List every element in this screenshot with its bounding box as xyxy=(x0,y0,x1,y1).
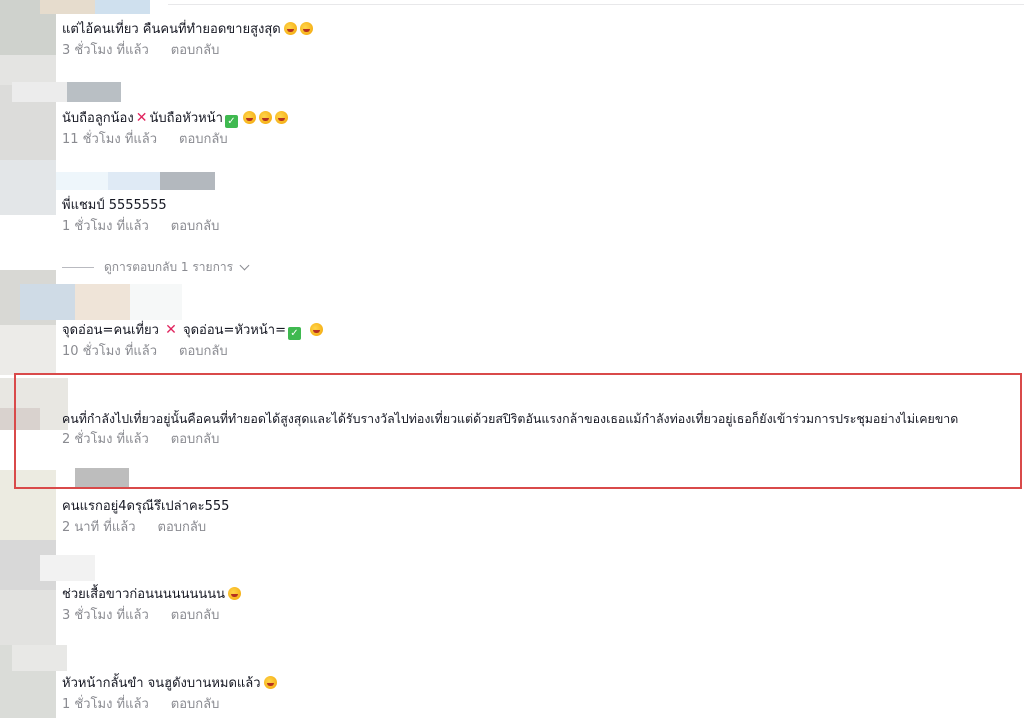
comment-meta: 1 ชั่วโมง ที่แล้ว ตอบกลับ xyxy=(62,218,1022,236)
comment-time: 3 ชั่วโมง ที่แล้ว xyxy=(62,608,149,623)
reply-button[interactable]: ตอบกลับ xyxy=(171,432,220,447)
comment-meta: 11 ชั่วโมง ที่แล้ว ตอบกลับ xyxy=(62,131,1022,149)
comment-time: 10 ชั่วโมง ที่แล้ว xyxy=(62,344,158,359)
comment-text: คนแรกอยู่4ดรุณีรึเปล่าคะ555 xyxy=(62,499,230,514)
top-divider xyxy=(168,4,1024,5)
comment-text: คนที่กำลังไปเที่ยวอยู่นั้นคือคนที่ทำยอดไ… xyxy=(62,411,959,426)
comment-item-highlighted: คนที่กำลังไปเที่ยวอยู่นั้นคือคนที่ทำยอดไ… xyxy=(62,410,1022,449)
comment-meta: 3 ชั่วโมง ที่แล้ว ตอบกลับ xyxy=(62,42,1022,60)
comment-text: ช่วยเสื้อขาวก่อนนนนนนนนน xyxy=(62,586,1022,604)
comment-meta: 2 นาที ที่แล้ว ตอบกลับ xyxy=(62,519,1022,537)
comment-time: 3 ชั่วโมง ที่แล้ว xyxy=(62,43,149,58)
comment-text: จุดอ่อน=คนเที่ยว ✕ จุดอ่อน=หัวหน้า= ✓ xyxy=(62,321,1022,340)
comment-time: 11 ชั่วโมง ที่แล้ว xyxy=(62,132,158,147)
rofl-emoji-icon xyxy=(283,22,297,35)
comment-item: หัวหน้ากลั้นขำ จนฮูดังบานหมดแล้ว 1 ชั่วโ… xyxy=(62,675,1022,714)
comment-time: 2 ชั่วโมง ที่แล้ว xyxy=(62,432,149,447)
comment-item: พี่แชมป์ 5555555 1 ชั่วโมง ที่แล้ว ตอบกลั… xyxy=(62,197,1022,236)
reply-button[interactable]: ตอบกลับ xyxy=(171,43,220,58)
reply-button[interactable]: ตอบกลับ xyxy=(179,132,228,147)
comment-time: 1 ชั่วโมง ที่แล้ว xyxy=(62,697,149,712)
reply-button[interactable]: ตอบกลับ xyxy=(171,608,220,623)
cross-mark-icon: ✕ xyxy=(135,110,148,126)
comment-meta: 3 ชั่วโมง ที่แล้ว ตอบกลับ xyxy=(62,607,1022,625)
comment-meta: 10 ชั่วโมง ที่แล้ว ตอบกลับ xyxy=(62,343,1022,361)
comment-item: นับถือลูกน้อง ✕ นับถือหัวหน้า ✓ 11 ชั่วโมง … xyxy=(62,109,1022,149)
comment-item: ช่วยเสื้อขาวก่อนนนนนนนนน 3 ชั่วโมง ที่แล… xyxy=(62,586,1022,625)
comment-item: แต่ไอ้คนเที่ยว คืนคนที่ทำยอดขายสูงสุด 3 … xyxy=(62,21,1022,60)
reply-button[interactable]: ตอบกลับ xyxy=(171,697,220,712)
comment-text: พี่แชมป์ 5555555 xyxy=(62,198,167,213)
comment-text: หัวหน้ากลั้นขำ จนฮูดังบานหมดแล้ว xyxy=(62,675,1022,693)
check-mark-icon: ✓ xyxy=(287,327,301,340)
comment-time: 2 นาที ที่แล้ว xyxy=(62,520,136,535)
rofl-emoji-icon xyxy=(263,676,277,689)
chevron-down-icon xyxy=(239,260,250,271)
reply-button[interactable]: ตอบกลับ xyxy=(179,344,228,359)
rofl-emoji-icon xyxy=(274,111,288,124)
rofl-emoji-icon xyxy=(310,323,324,336)
rofl-emoji-icon xyxy=(242,111,256,124)
comment-meta: 1 ชั่วโมง ที่แล้ว ตอบกลับ xyxy=(62,696,1022,714)
rofl-emoji-icon xyxy=(258,111,272,124)
view-replies-button[interactable]: ดูการตอบกลับ 1 รายการ xyxy=(62,258,250,277)
reply-button[interactable]: ตอบกลับ xyxy=(171,219,220,234)
check-mark-icon: ✓ xyxy=(224,115,238,128)
comment-meta: 2 ชั่วโมง ที่แล้ว ตอบกลับ xyxy=(62,431,1022,449)
comment-text: แต่ไอ้คนเที่ยว คืนคนที่ทำยอดขายสูงสุด xyxy=(62,21,1022,39)
comment-time: 1 ชั่วโมง ที่แล้ว xyxy=(62,219,149,234)
divider-line xyxy=(62,267,94,268)
comment-item: คนแรกอยู่4ดรุณีรึเปล่าคะ555 2 นาที ที่แล… xyxy=(62,498,1022,537)
reply-button[interactable]: ตอบกลับ xyxy=(158,520,207,535)
rofl-emoji-icon xyxy=(228,587,242,600)
view-replies-label: ดูการตอบกลับ 1 รายการ xyxy=(104,260,234,274)
comment-item: จุดอ่อน=คนเที่ยว ✕ จุดอ่อน=หัวหน้า= ✓ 10 … xyxy=(62,321,1022,361)
comment-text: นับถือลูกน้อง ✕ นับถือหัวหน้า ✓ xyxy=(62,109,1022,128)
rofl-emoji-icon xyxy=(299,22,313,35)
cross-mark-icon: ✕ xyxy=(165,322,177,338)
